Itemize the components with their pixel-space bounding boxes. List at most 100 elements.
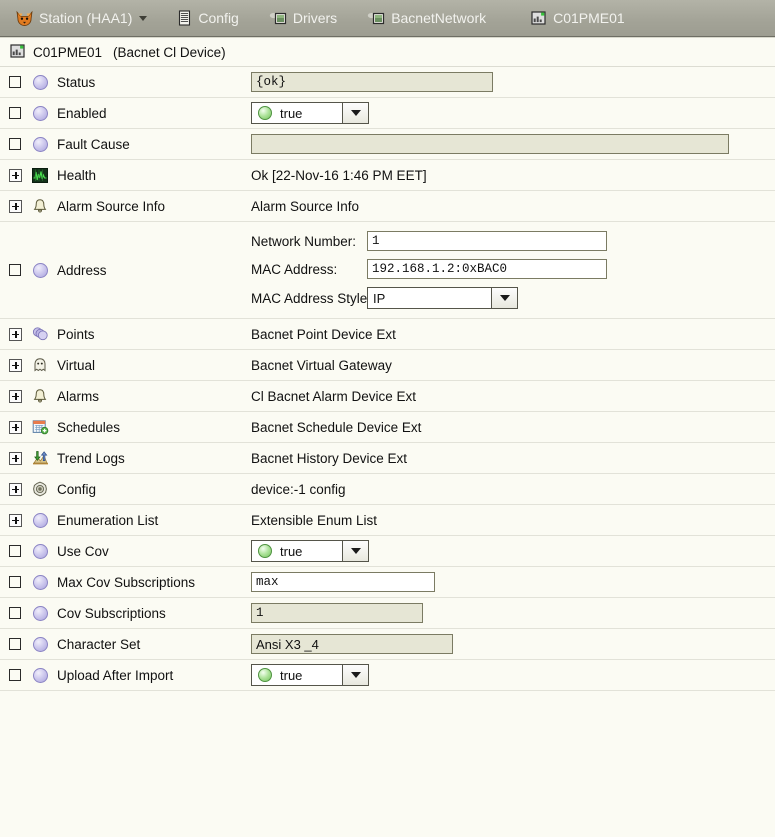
breadcrumb-toolbar: Station (HAA1) Config Drivers BacnetNetw… <box>0 0 775 37</box>
property-row-enabled: Enabled true <box>0 98 775 129</box>
property-label: Fault Cause <box>57 136 130 152</box>
expand-icon[interactable] <box>9 358 22 372</box>
expand-icon[interactable] <box>9 168 22 182</box>
checkbox[interactable] <box>9 264 21 276</box>
property-label: Virtual <box>57 357 96 373</box>
chevron-down-icon[interactable] <box>491 288 517 308</box>
row-marker[interactable] <box>9 76 29 88</box>
max-cov-subscriptions-input[interactable]: max <box>251 572 435 592</box>
property-row-character-set: Character Set Ansi X3 _4 <box>0 629 775 660</box>
breadcrumb-item-config[interactable]: Config <box>169 5 246 31</box>
network-device-icon <box>367 10 385 26</box>
row-marker[interactable] <box>9 669 29 681</box>
property-row-upload-after-import: Upload After Import true <box>0 660 775 691</box>
row-marker[interactable] <box>9 138 29 150</box>
breadcrumb-item-bacnetnetwork[interactable]: BacnetNetwork <box>359 5 494 31</box>
bell-icon <box>29 388 51 404</box>
row-marker[interactable] <box>9 222 29 318</box>
row-marker[interactable] <box>9 576 29 588</box>
row-marker[interactable] <box>9 327 29 341</box>
row-marker[interactable] <box>9 168 29 182</box>
mac-address-input[interactable]: 192.168.1.2:0xBAC0 <box>367 259 607 279</box>
checkbox[interactable] <box>9 545 21 557</box>
property-value: Ansi X3 _4 <box>251 634 775 654</box>
expand-icon[interactable] <box>9 389 22 403</box>
property-label: Max Cov Subscriptions <box>57 574 196 590</box>
property-value: device:-1 config <box>251 482 775 497</box>
mac-address-label: MAC Address: <box>251 261 338 277</box>
expand-icon[interactable] <box>9 513 22 527</box>
cov-subscriptions-field: 1 <box>251 603 423 623</box>
use-cov-dropdown[interactable]: true <box>251 540 369 562</box>
property-label: Health <box>57 167 97 183</box>
mac-address-style-dropdown[interactable]: IP <box>367 287 518 309</box>
status-bulb-icon <box>258 544 272 558</box>
row-marker[interactable] <box>9 607 29 619</box>
property-value: true <box>251 540 775 562</box>
property-row-alarm-source-info: Alarm Source Info Alarm Source Info <box>0 191 775 222</box>
property-row-enumeration-list: Enumeration List Extensible Enum List <box>0 505 775 536</box>
sphere-purple-icon <box>29 605 51 621</box>
breadcrumb-item-c01pme01[interactable]: C01PME01 <box>522 5 633 31</box>
property-value: Alarm Source Info <box>251 199 775 214</box>
row-marker[interactable] <box>9 482 29 496</box>
property-value: Bacnet History Device Ext <box>251 451 775 466</box>
chevron-down-icon[interactable] <box>342 103 368 123</box>
breadcrumb-label: Drivers <box>292 10 338 26</box>
row-marker[interactable] <box>9 358 29 372</box>
row-marker[interactable] <box>9 107 29 119</box>
checkbox[interactable] <box>9 607 21 619</box>
sphere-purple-icon <box>29 222 51 318</box>
property-label: Use Cov <box>57 543 109 559</box>
sphere-purple-icon <box>29 512 51 528</box>
property-label: Config <box>57 481 97 497</box>
property-label: Trend Logs <box>57 450 125 466</box>
expand-icon[interactable] <box>9 199 22 213</box>
property-row-fault-cause: Fault Cause <box>0 129 775 160</box>
row-marker[interactable] <box>9 451 29 465</box>
page-title: C01PME01 <box>33 44 103 60</box>
calendar-add-icon <box>29 419 51 435</box>
enabled-dropdown[interactable]: true <box>251 102 369 124</box>
row-marker[interactable] <box>9 199 29 213</box>
row-marker[interactable] <box>9 638 29 650</box>
network-number-input[interactable]: 1 <box>367 231 607 251</box>
property-row-virtual: Virtual Bacnet Virtual Gateway <box>0 350 775 381</box>
checkbox[interactable] <box>9 576 21 588</box>
row-marker[interactable] <box>9 420 29 434</box>
status-bulb-icon <box>258 668 272 682</box>
property-row-health: Health Ok [22-Nov-16 1:46 PM EET] <box>0 160 775 191</box>
expand-icon[interactable] <box>9 451 22 465</box>
row-marker[interactable] <box>9 545 29 557</box>
use-cov-dropdown-value: true <box>280 543 303 559</box>
fox-station-icon <box>16 10 33 27</box>
checkbox[interactable] <box>9 107 21 119</box>
expand-icon[interactable] <box>9 420 22 434</box>
upload-after-import-dropdown[interactable]: true <box>251 664 369 686</box>
expand-icon[interactable] <box>9 327 22 341</box>
bacnet-device-icon <box>530 10 547 26</box>
config-value: device:-1 config <box>251 481 346 497</box>
checkbox[interactable] <box>9 638 21 650</box>
chevron-down-icon[interactable] <box>342 541 368 561</box>
checkbox[interactable] <box>9 669 21 681</box>
breadcrumb-item-station[interactable]: Station (HAA1) <box>8 5 155 31</box>
breadcrumb-item-drivers[interactable]: Drivers <box>261 5 345 31</box>
property-row-schedules: Schedules Bacnet Schedule Device Ext <box>0 412 775 443</box>
chevron-down-icon[interactable] <box>139 15 148 21</box>
gear-icon <box>29 481 51 497</box>
checkbox[interactable] <box>9 138 21 150</box>
property-row-config: Config device:-1 config <box>0 474 775 505</box>
property-label: Character Set <box>57 636 141 652</box>
sheet-empty-area <box>0 691 775 741</box>
row-marker[interactable] <box>9 389 29 403</box>
expand-icon[interactable] <box>9 482 22 496</box>
row-marker[interactable] <box>9 513 29 527</box>
property-value: 1 <box>251 603 775 623</box>
virtual-value: Bacnet Virtual Gateway <box>251 357 392 373</box>
property-row-use-cov: Use Cov true <box>0 536 775 567</box>
sphere-purple-icon <box>29 574 51 590</box>
chevron-down-icon[interactable] <box>342 665 368 685</box>
property-value: Bacnet Virtual Gateway <box>251 358 775 373</box>
checkbox[interactable] <box>9 76 21 88</box>
